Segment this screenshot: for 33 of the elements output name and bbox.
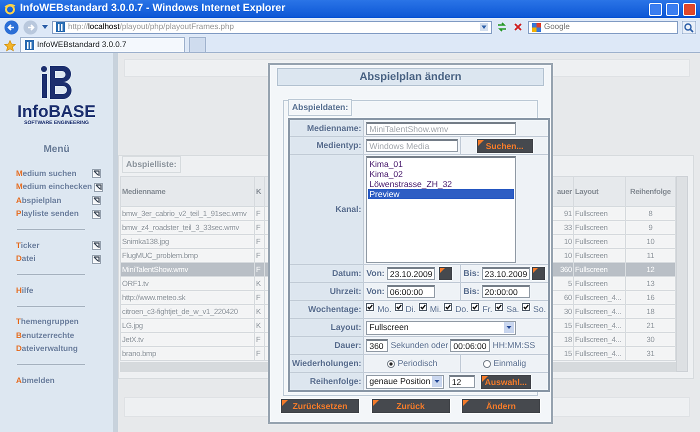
- dialog-title: Abspielplan ändern: [277, 68, 544, 86]
- format-label: HH:MM:SS: [492, 340, 536, 350]
- tab-label: InfoWEBstandard 3.0.0.7: [37, 39, 126, 51]
- unit-label: Sekunden: [390, 340, 429, 350]
- menu-heading: Menü: [43, 143, 70, 157]
- range-label: Von:: [366, 286, 385, 296]
- logo-name: InfoBASE: [17, 103, 96, 120]
- radio-label: Einmalig: [493, 358, 526, 368]
- field-label: Wochentage:: [289, 300, 364, 319]
- checkbox-label: Mi.: [430, 303, 442, 316]
- checkbox-label: Sa.: [506, 303, 520, 316]
- range-label: Bis:: [463, 286, 480, 296]
- field-label: Dauer:: [289, 336, 364, 355]
- checkbox-label: Di.: [406, 303, 416, 316]
- field-label: Medienname:: [289, 118, 364, 137]
- range-label: Von:: [366, 268, 385, 278]
- window-title: InfoWEBstandard 3.0.0.7 - Windows Internet Explorer: [20, 1, 286, 16]
- checkbox-label: Mo.: [377, 303, 392, 316]
- field-label: Kanal:: [289, 154, 364, 265]
- fieldset-legend: Abspieldaten:: [288, 99, 352, 116]
- checkbox-label: Do.: [455, 303, 468, 316]
- field-label: Layout:: [289, 318, 364, 337]
- checkbox-label: So.: [533, 303, 546, 316]
- field-label: Uhrzeit:: [289, 282, 364, 301]
- field-label: Wiederholungen:: [289, 354, 364, 373]
- range-label: Bis:: [463, 268, 480, 278]
- connector-label: oder: [431, 340, 448, 350]
- checkbox-label: Fr.: [482, 303, 492, 316]
- radio-label: Periodisch: [398, 358, 438, 368]
- panel-legend: Abspielliste:: [122, 156, 181, 173]
- field-label: Medientyp:: [289, 136, 364, 155]
- field-label: Reihenfolge:: [289, 372, 364, 391]
- field-label: Datum:: [289, 264, 364, 283]
